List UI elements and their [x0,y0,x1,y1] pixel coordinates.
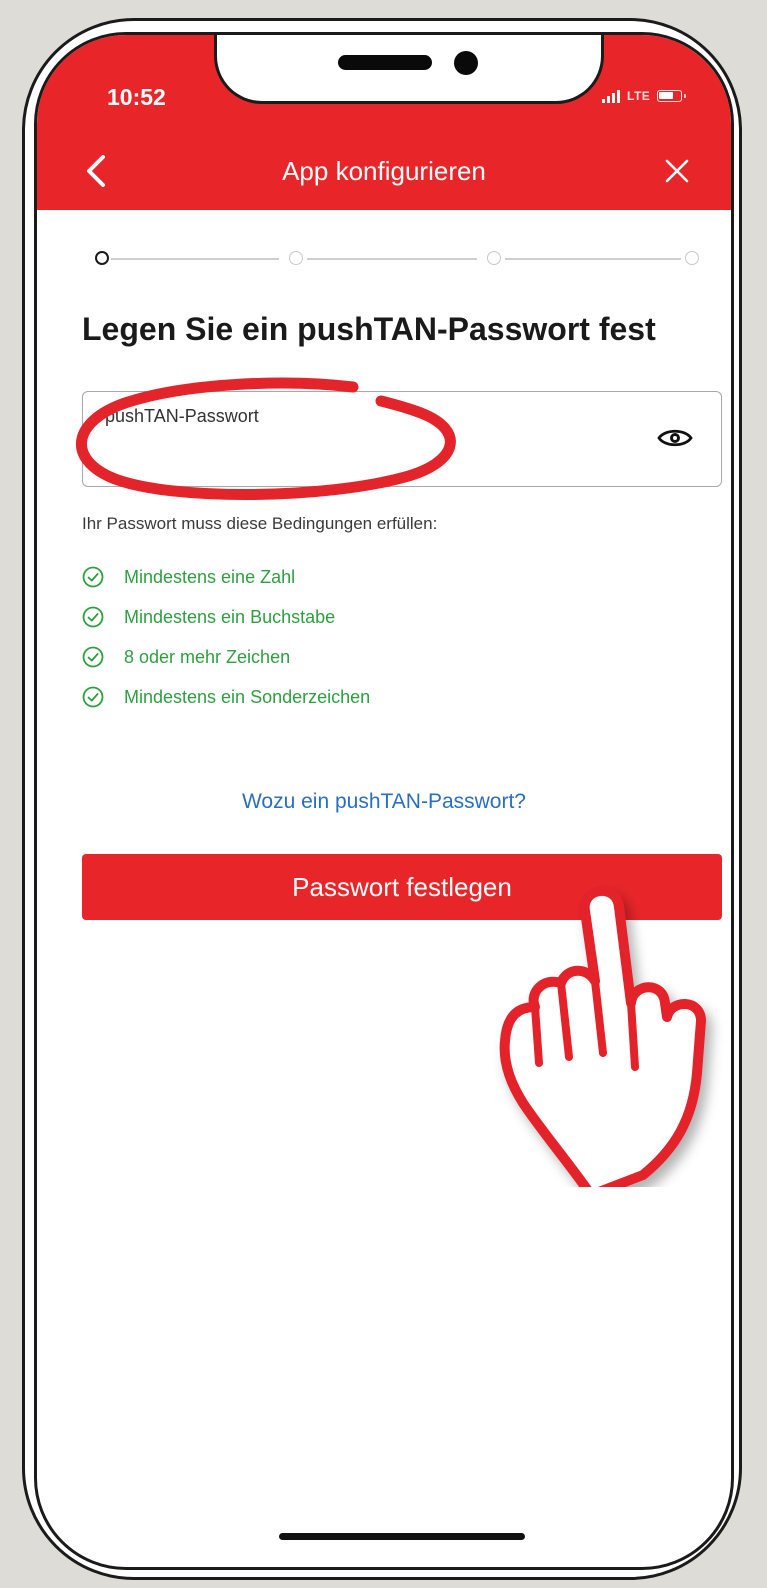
page-title: Legen Sie ein pushTAN-Passwort fest [82,311,656,347]
check-circle-icon [82,606,104,628]
step-indicator-1 [95,251,109,265]
requirement-item: 8 oder mehr Zeichen [82,637,370,677]
progress-stepper [95,247,711,271]
step-indicator-2 [289,251,303,265]
speaker-icon [338,55,432,70]
step-indicator-3 [487,251,501,265]
battery-icon [657,90,687,102]
stepper-line [505,258,681,260]
requirements-intro: Ihr Passwort muss diese Bedingungen erfü… [82,514,438,533]
network-label: LTE [627,89,651,103]
phone-screen: 10:52 LTE App konfigurieren Legen Sie ei… [34,32,734,1570]
requirement-label: Mindestens eine Zahl [124,566,296,587]
signal-icon [602,89,620,103]
phone-notch [214,35,604,104]
status-indicators: LTE [602,89,687,103]
requirement-item: Mindestens ein Buchstabe [82,597,370,637]
check-circle-icon [82,566,104,588]
set-password-button[interactable]: Passwort festlegen [82,854,722,920]
page-header-title: App konfigurieren [282,156,486,186]
stepper-line [111,258,279,260]
requirement-label: 8 oder mehr Zeichen [124,646,291,667]
requirement-item: Mindestens eine Zahl [82,557,370,597]
password-field[interactable]: pushTAN-Passwort [82,391,722,487]
requirement-label: Mindestens ein Sonderzeichen [124,686,371,707]
step-indicator-4 [685,251,699,265]
check-circle-icon [82,646,104,668]
camera-icon [454,51,478,75]
password-field-label: pushTAN-Passwort [105,406,259,426]
password-input[interactable] [105,438,629,476]
close-icon[interactable] [663,157,691,185]
status-time: 10:52 [107,84,166,110]
requirements-list: Mindestens eine Zahl Mindestens ein Buch… [82,557,370,717]
check-circle-icon [82,686,104,708]
info-link[interactable]: Wozu ein pushTAN-Passwort? [37,790,731,814]
requirement-item: Mindestens ein Sonderzeichen [82,677,370,717]
requirement-label: Mindestens ein Buchstabe [124,606,336,627]
eye-icon[interactable] [657,426,693,450]
home-indicator[interactable] [279,1533,525,1540]
stepper-line [307,258,477,260]
